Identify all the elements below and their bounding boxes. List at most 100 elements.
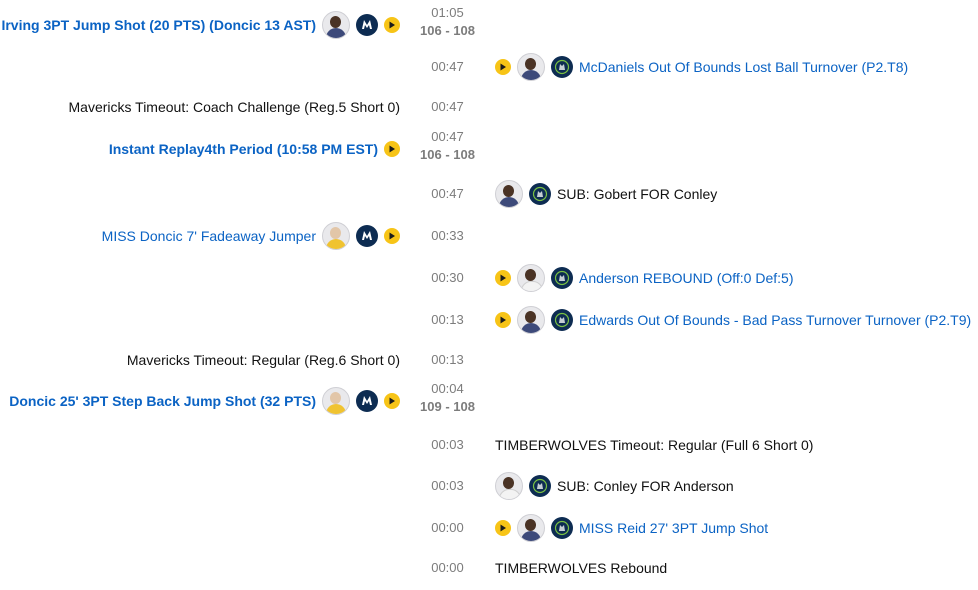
event-description: Mavericks Timeout: Coach Challenge (Reg.… <box>68 99 400 115</box>
game-clock: 00:47 <box>431 99 464 114</box>
game-clock: 00:47 <box>431 186 464 201</box>
timberwolves-logo-icon <box>551 309 573 331</box>
event-description: SUB: Conley FOR Anderson <box>557 478 734 494</box>
event-description[interactable]: McDaniels Out Of Bounds Lost Ball Turnov… <box>579 59 908 75</box>
timberwolves-logo-icon <box>551 517 573 539</box>
mavericks-logo-icon <box>356 225 378 247</box>
event-right-group: SUB: Gobert FOR Conley <box>495 180 718 208</box>
pbp-row: 00:33 MISS Doncic 7' Fadeaway Jumper <box>0 222 978 250</box>
game-clock: 00:47 <box>431 129 464 144</box>
play-icon[interactable] <box>384 141 400 157</box>
game-clock: 00:13 <box>431 312 464 327</box>
play-icon[interactable] <box>384 393 400 409</box>
player-avatar-icon[interactable] <box>495 180 523 208</box>
pbp-row: 00:04 109 - 108 Doncic 25' 3PT Step Back J… <box>0 380 978 420</box>
event-left-group: Irving 3PT Jump Shot (20 PTS) (Doncic 13… <box>1 11 400 39</box>
event-left-group: Doncic 25' 3PT Step Back Jump Shot (32 P… <box>9 387 400 415</box>
game-clock: 00:47 <box>431 59 464 74</box>
pbp-row: 00:13 Mavericks Timeout: Regular (Reg.6 S… <box>0 347 978 373</box>
event-time-block: 00:00 <box>420 559 475 577</box>
pbp-row: 00:00 MISS Reid 27' 3PT Jump Shot <box>0 514 978 542</box>
player-avatar-icon[interactable] <box>517 53 545 81</box>
game-clock: 00:04 <box>431 381 464 396</box>
event-description[interactable]: Edwards Out Of Bounds - Bad Pass Turnove… <box>579 312 971 328</box>
play-by-play-feed: 01:05 106 - 108 Irving 3PT Jump Shot (20 P… <box>0 0 978 590</box>
player-avatar-icon[interactable] <box>517 514 545 542</box>
timberwolves-logo-icon <box>551 56 573 78</box>
mavericks-logo-icon <box>356 14 378 36</box>
score-line: 106 - 108 <box>420 147 475 162</box>
event-description: TIMBERWOLVES Timeout: Regular (Full 6 Sh… <box>495 437 814 453</box>
event-time-block: 00:13 <box>420 351 475 369</box>
event-time-block: 00:47 <box>420 98 475 116</box>
event-description: TIMBERWOLVES Rebound <box>495 560 668 576</box>
game-clock: 00:03 <box>431 437 464 452</box>
play-icon[interactable] <box>495 312 511 328</box>
event-left-group: Instant Replay4th Period (10:58 PM EST) <box>109 136 400 162</box>
event-time-block: 00:47 106 - 108 <box>420 128 475 164</box>
pbp-row: 00:03 TIMBERWOLVES Timeout: Regular (Full… <box>0 432 978 458</box>
game-clock: 00:33 <box>431 228 464 243</box>
player-avatar-icon[interactable] <box>495 472 523 500</box>
event-right-group: McDaniels Out Of Bounds Lost Ball Turnov… <box>495 53 908 81</box>
player-avatar-icon[interactable] <box>322 387 350 415</box>
timberwolves-logo-icon <box>529 475 551 497</box>
pbp-row: 00:47 McDaniels Out Of Bounds Lost Ball T… <box>0 52 978 82</box>
pbp-row: 00:30 Anderson REBOUND (Off:0 Def:5) <box>0 264 978 292</box>
player-avatar-icon[interactable] <box>322 11 350 39</box>
game-clock: 00:13 <box>431 352 464 367</box>
play-icon[interactable] <box>495 59 511 75</box>
event-time-block: 00:33 <box>420 227 475 245</box>
game-clock: 00:00 <box>431 520 464 535</box>
event-time-block: 00:13 <box>420 311 475 329</box>
player-avatar-icon[interactable] <box>517 264 545 292</box>
pbp-row: 00:13 Edwards Out Of Bounds - Bad Pass Tu… <box>0 306 978 334</box>
event-description: Mavericks Timeout: Regular (Reg.6 Short … <box>126 352 400 368</box>
event-right-group: MISS Reid 27' 3PT Jump Shot <box>495 514 768 542</box>
pbp-row: 00:47 SUB: Gobert FOR Conley <box>0 180 978 208</box>
player-avatar-icon[interactable] <box>517 306 545 334</box>
event-right-group: TIMBERWOLVES Rebound <box>495 555 667 581</box>
pbp-row: 00:03 SUB: Conley FOR Anderson <box>0 472 978 500</box>
event-description[interactable]: Doncic 25' 3PT Step Back Jump Shot (32 P… <box>9 393 316 409</box>
event-right-group: Anderson REBOUND (Off:0 Def:5) <box>495 264 793 292</box>
player-avatar-icon[interactable] <box>322 222 350 250</box>
pbp-row: 00:47 Mavericks Timeout: Coach Challenge … <box>0 94 978 120</box>
event-right-group: TIMBERWOLVES Timeout: Regular (Full 6 Sh… <box>495 432 813 458</box>
score-line: 109 - 108 <box>420 399 475 414</box>
event-time-block: 00:03 <box>420 477 475 495</box>
event-description[interactable]: MISS Doncic 7' Fadeaway Jumper <box>102 228 316 244</box>
timberwolves-logo-icon <box>529 183 551 205</box>
event-time-block: 00:30 <box>420 269 475 287</box>
event-description[interactable]: Instant Replay4th Period (10:58 PM EST) <box>109 141 378 157</box>
event-right-group: SUB: Conley FOR Anderson <box>495 472 734 500</box>
play-icon[interactable] <box>495 520 511 536</box>
game-clock: 00:00 <box>431 560 464 575</box>
event-description[interactable]: Irving 3PT Jump Shot (20 PTS) (Doncic 13… <box>1 17 316 33</box>
mavericks-logo-icon <box>356 390 378 412</box>
event-left-group: Mavericks Timeout: Coach Challenge (Reg.… <box>69 94 400 120</box>
event-time-block: 00:03 <box>420 436 475 454</box>
game-clock: 00:30 <box>431 270 464 285</box>
event-left-group: Mavericks Timeout: Regular (Reg.6 Short … <box>127 347 400 373</box>
pbp-row: 00:47 106 - 108 Instant Replay4th Period (… <box>0 128 978 168</box>
play-icon[interactable] <box>384 17 400 33</box>
event-left-group: MISS Doncic 7' Fadeaway Jumper <box>102 222 400 250</box>
event-right-group: Edwards Out Of Bounds - Bad Pass Turnove… <box>495 306 971 334</box>
play-icon[interactable] <box>384 228 400 244</box>
event-time-block: 00:04 109 - 108 <box>420 380 475 416</box>
event-time-block: 00:00 <box>420 519 475 537</box>
timberwolves-logo-icon <box>551 267 573 289</box>
score-line: 106 - 108 <box>420 23 475 38</box>
event-description: SUB: Gobert FOR Conley <box>557 186 718 202</box>
pbp-row: 00:00 TIMBERWOLVES Rebound <box>0 555 978 581</box>
pbp-row: 01:05 106 - 108 Irving 3PT Jump Shot (20 P… <box>0 4 978 44</box>
event-time-block: 00:47 <box>420 58 475 76</box>
play-icon[interactable] <box>495 270 511 286</box>
event-description[interactable]: MISS Reid 27' 3PT Jump Shot <box>579 520 768 536</box>
game-clock: 01:05 <box>431 5 464 20</box>
event-description[interactable]: Anderson REBOUND (Off:0 Def:5) <box>579 270 793 286</box>
event-time-block: 00:47 <box>420 185 475 203</box>
game-clock: 00:03 <box>431 478 464 493</box>
event-time-block: 01:05 106 - 108 <box>420 4 475 40</box>
